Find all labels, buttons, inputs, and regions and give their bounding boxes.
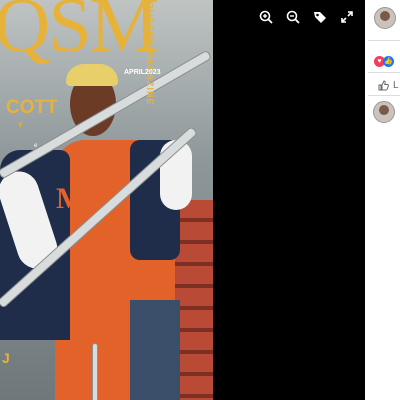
fullscreen-icon — [341, 11, 353, 23]
jeans — [130, 300, 180, 400]
zoom-out-icon — [286, 10, 300, 24]
cover-bottom-letter: J — [2, 350, 10, 366]
panel-divider — [368, 72, 400, 73]
cover-subtitle: Y — [18, 122, 23, 129]
fullscreen-button[interactable] — [338, 8, 356, 26]
panel-divider — [368, 40, 400, 41]
cover-tagline: e — [34, 143, 38, 149]
tag-icon — [314, 12, 326, 23]
magazine-masthead: QSM — [0, 0, 159, 68]
zoom-in-icon — [259, 10, 273, 24]
magazine-side-text: QUEENS MAGAZINE — [145, 2, 155, 106]
commenter-avatar[interactable] — [373, 101, 395, 123]
post-photo[interactable]: M QSM QUEENS MAGAZINE APRIL2023 COTT Y e… — [0, 0, 213, 400]
magazine-date: APRIL2023 — [124, 69, 161, 76]
cover-name: COTT — [6, 97, 58, 118]
jacket-letter: M — [56, 182, 85, 215]
reaction-summary[interactable]: ♥ 👍 — [374, 56, 394, 67]
like-button[interactable]: L — [378, 80, 399, 91]
zoom-in-button[interactable] — [257, 8, 275, 26]
zoom-out-button[interactable] — [284, 8, 302, 26]
like-button-label: L — [393, 80, 399, 91]
tag-photo-button[interactable] — [311, 8, 329, 26]
thumbs-up-icon — [378, 80, 389, 91]
rail-post — [92, 343, 98, 400]
page-avatar[interactable] — [374, 7, 396, 29]
viewer-backdrop — [213, 0, 365, 400]
like-reaction-icon: 👍 — [383, 56, 394, 67]
panel-divider — [368, 95, 400, 96]
